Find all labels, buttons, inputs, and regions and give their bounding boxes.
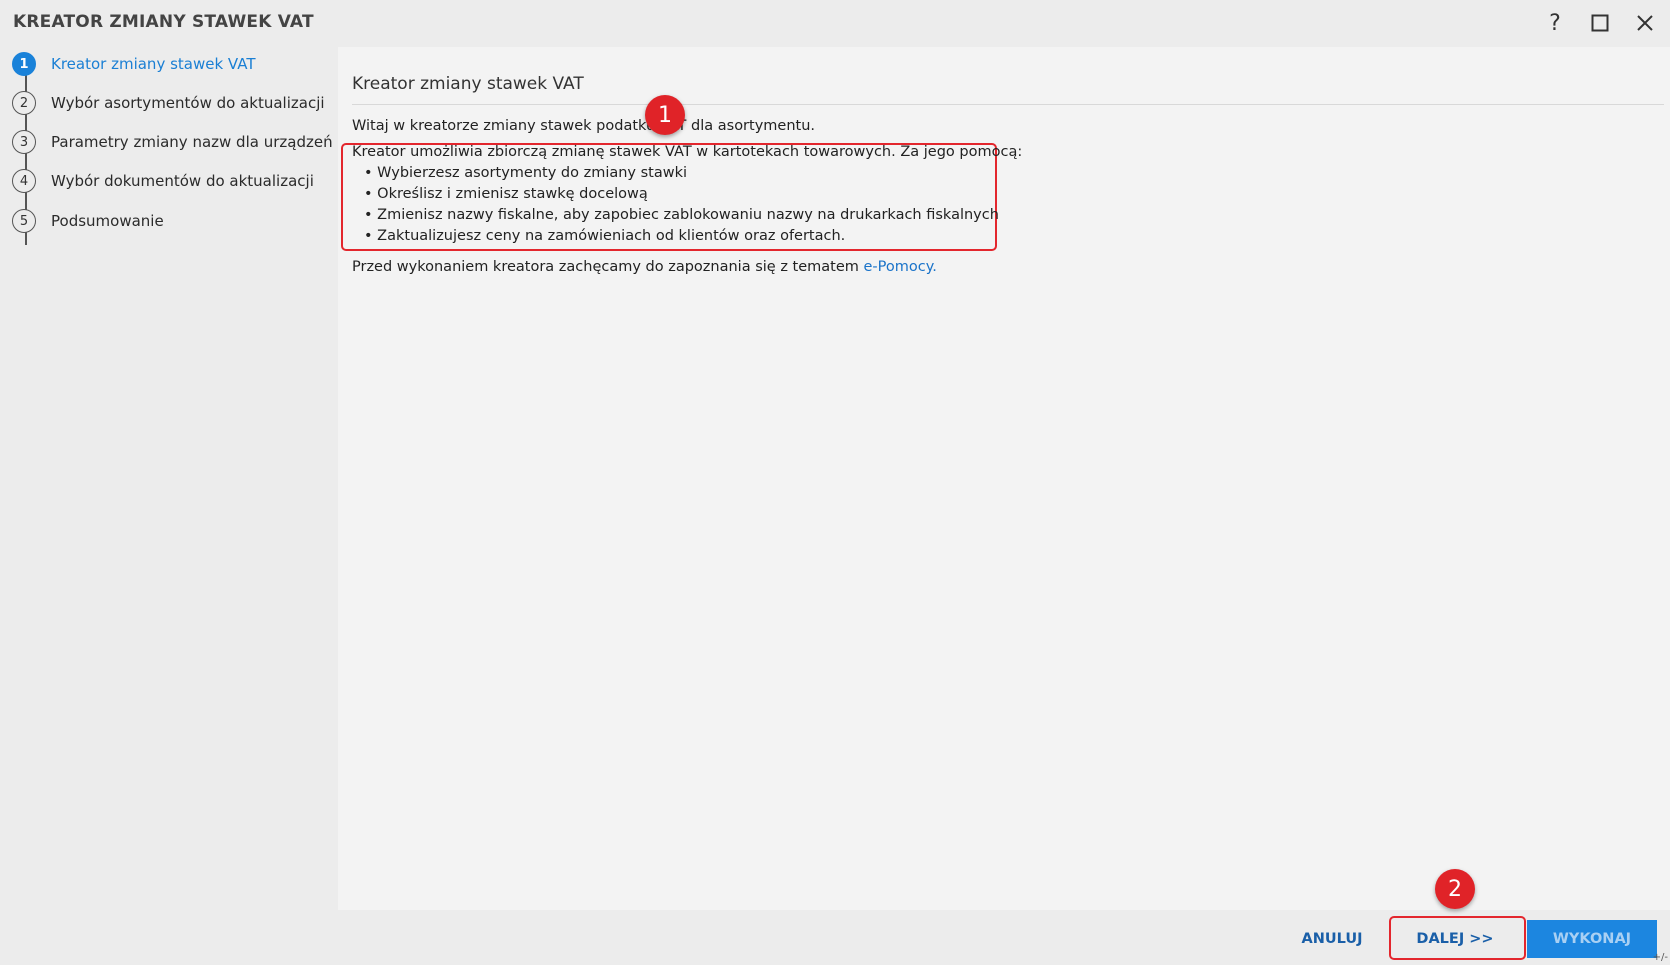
step-item-2[interactable]: 2 Wybór asortymentów do aktualizacji [12, 89, 325, 117]
wizard-content-panel: Kreator zmiany stawek VAT Witaj w kreato… [338, 47, 1670, 910]
step-label: Wybór asortymentów do aktualizacji [51, 94, 325, 112]
title-bar: KREATOR ZMIANY STAWEK VAT ? [0, 0, 1670, 47]
welcome-text: Witaj w kreatorze zmiany stawek podatku … [352, 118, 816, 134]
e-pomoc-link[interactable]: e-Pomocy. [864, 259, 937, 275]
annotation-box-next [1389, 916, 1526, 960]
annotation-marker-1: 1 [645, 95, 685, 135]
close-button[interactable] [1628, 8, 1662, 38]
step-number: 1 [12, 52, 36, 76]
step-item-3[interactable]: 3 Parametry zmiany nazw dla urządzeń [12, 128, 333, 156]
step-number: 3 [12, 130, 36, 154]
heading-divider [352, 104, 1664, 105]
step-item-1[interactable]: 1 Kreator zmiany stawek VAT [12, 50, 256, 78]
page-title: Kreator zmiany stawek VAT [352, 74, 584, 94]
step-label: Podsumowanie [51, 212, 164, 230]
step-number: 2 [12, 91, 36, 115]
intro-text: Kreator umożliwia zbiorczą zmianę stawek… [352, 144, 1023, 160]
execute-button[interactable]: WYKONAJ [1527, 920, 1657, 958]
help-icon: ? [1549, 10, 1561, 36]
window-title: KREATOR ZMIANY STAWEK VAT [13, 12, 314, 32]
close-icon [1637, 15, 1653, 31]
resize-grip[interactable]: +/- [1653, 952, 1668, 963]
step-item-4[interactable]: 4 Wybór dokumentów do aktualizacji [12, 167, 314, 195]
help-button[interactable]: ? [1538, 8, 1572, 38]
cancel-button[interactable]: ANULUJ [1282, 920, 1382, 958]
feature-bullet: • Wybierzesz asortymenty do zmiany stawk… [364, 165, 688, 181]
help-paragraph: Przed wykonaniem kreatora zachęcamy do z… [352, 259, 937, 275]
maximize-button[interactable] [1583, 8, 1617, 38]
annotation-marker-2: 2 [1435, 869, 1475, 909]
help-prefix-text: Przed wykonaniem kreatora zachęcamy do z… [352, 259, 864, 275]
wizard-steps-sidebar: 1 Kreator zmiany stawek VAT 2 Wybór asor… [0, 47, 338, 965]
feature-bullet: • Zaktualizujesz ceny na zamówieniach od… [364, 228, 846, 244]
step-label: Parametry zmiany nazw dla urządzeń [51, 133, 333, 151]
step-number: 5 [12, 209, 36, 233]
step-label: Wybór dokumentów do aktualizacji [51, 172, 314, 190]
step-item-5[interactable]: 5 Podsumowanie [12, 207, 164, 235]
step-label: Kreator zmiany stawek VAT [51, 55, 256, 73]
maximize-icon [1591, 14, 1609, 32]
feature-bullet: • Określisz i zmienisz stawkę docelową [364, 186, 648, 202]
feature-bullet: • Zmienisz nazwy fiskalne, aby zapobiec … [364, 207, 999, 223]
step-number: 4 [12, 169, 36, 193]
